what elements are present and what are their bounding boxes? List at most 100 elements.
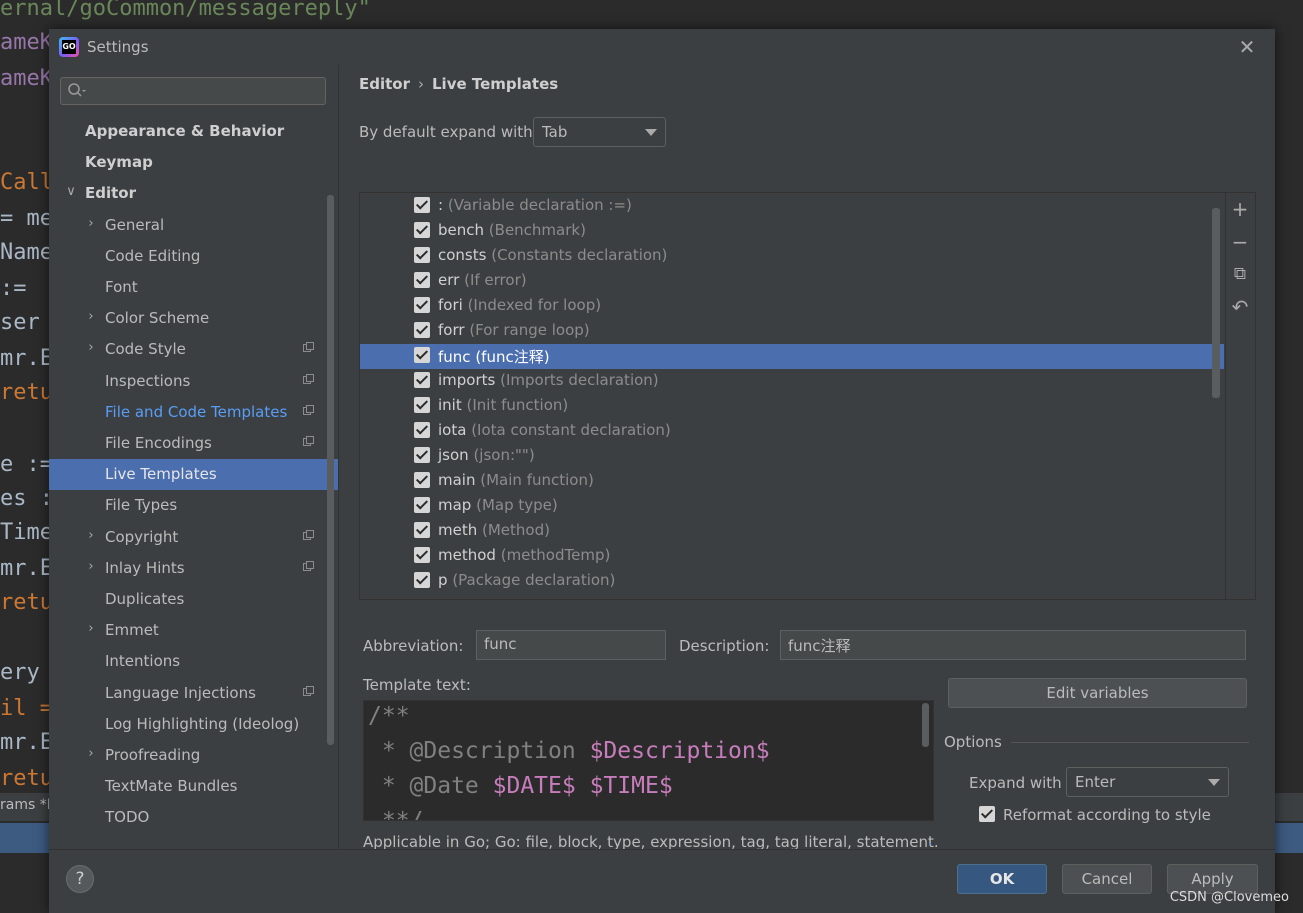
- sidebar-item-log-highlighting[interactable]: Log Highlighting (Ideolog): [49, 709, 338, 740]
- sidebar-item-todo[interactable]: TODO: [49, 802, 338, 833]
- sidebar-item-textmate-bundles[interactable]: TextMate Bundles: [49, 771, 338, 802]
- template-text-editor[interactable]: /** * @Description $Description$ * @Date…: [363, 700, 934, 821]
- sidebar-item-code-style[interactable]: › Code Style: [49, 334, 338, 365]
- template-enabled-checkbox[interactable]: [414, 572, 430, 588]
- sidebar-item-code-editing[interactable]: Code Editing: [49, 241, 338, 272]
- template-abbreviation: fori: [438, 296, 463, 314]
- chevron-down-icon[interactable]: ∨: [65, 184, 77, 199]
- sidebar-item-file-types[interactable]: File Types: [49, 490, 338, 521]
- settings-search-box[interactable]: [60, 77, 326, 105]
- template-text: : (Variable declaration :=): [438, 196, 632, 214]
- template-row[interactable]: meth (Method): [360, 519, 1224, 544]
- template-description: (For range loop): [469, 321, 590, 339]
- remove-icon[interactable]: −: [1228, 230, 1252, 254]
- background-code-line: Time: [0, 520, 53, 545]
- add-icon[interactable]: +: [1228, 197, 1252, 221]
- copy-icon[interactable]: ⧉: [1228, 262, 1252, 286]
- template-row[interactable]: : (Variable declaration :=): [360, 194, 1224, 219]
- template-enabled-checkbox[interactable]: [414, 322, 430, 338]
- template-row[interactable]: map (Map type): [360, 494, 1224, 519]
- edit-variables-button[interactable]: Edit variables: [948, 678, 1247, 708]
- chevron-right-icon[interactable]: ›: [85, 309, 97, 324]
- template-description: (Iota constant declaration): [471, 421, 671, 439]
- template-row[interactable]: main (Main function): [360, 469, 1224, 494]
- abbreviation-field[interactable]: func: [476, 630, 666, 660]
- sidebar-item-inspections[interactable]: Inspections: [49, 366, 338, 397]
- template-row[interactable]: json (json:""): [360, 444, 1224, 469]
- template-enabled-checkbox[interactable]: [414, 297, 430, 313]
- template-row[interactable]: fori (Indexed for loop): [360, 294, 1224, 319]
- background-code-line: retu: [0, 590, 53, 615]
- chevron-right-icon[interactable]: ›: [85, 528, 97, 543]
- sidebar-item-duplicates[interactable]: Duplicates: [49, 584, 338, 615]
- template-editor-scrollbar[interactable]: [922, 703, 929, 747]
- description-field[interactable]: func注释: [780, 630, 1246, 660]
- templates-scrollbar[interactable]: [1212, 208, 1220, 398]
- template-text: fori (Indexed for loop): [438, 296, 601, 314]
- ok-button[interactable]: OK: [957, 864, 1047, 894]
- sidebar-scrollbar[interactable]: [327, 195, 334, 745]
- options-label: Options: [944, 733, 1002, 751]
- template-enabled-checkbox[interactable]: [414, 247, 430, 263]
- chevron-right-icon[interactable]: ›: [85, 216, 97, 231]
- close-icon[interactable]: ✕: [1235, 35, 1259, 59]
- expand-with-dropdown[interactable]: Enter: [1066, 767, 1229, 797]
- template-enabled-checkbox[interactable]: [414, 422, 430, 438]
- sidebar-item-font[interactable]: Font: [49, 272, 338, 303]
- cancel-button[interactable]: Cancel: [1062, 864, 1152, 894]
- sidebar-item-general[interactable]: › General: [49, 210, 338, 241]
- sidebar-item-label: Proofreading: [105, 746, 201, 764]
- template-enabled-checkbox[interactable]: [414, 522, 430, 538]
- default-expand-dropdown[interactable]: Tab: [533, 117, 666, 147]
- chevron-right-icon[interactable]: ›: [85, 621, 97, 636]
- template-enabled-checkbox[interactable]: [414, 222, 430, 238]
- sidebar-item-language-injections[interactable]: Language Injections: [49, 678, 338, 709]
- template-row[interactable]: method (methodTemp): [360, 544, 1224, 569]
- template-code-line: **/: [368, 808, 424, 820]
- template-enabled-checkbox[interactable]: [414, 447, 430, 463]
- template-row[interactable]: init (Init function): [360, 394, 1224, 419]
- sidebar-item-proofreading[interactable]: › Proofreading: [49, 740, 338, 771]
- sidebar-item-intentions[interactable]: Intentions: [49, 646, 338, 677]
- template-enabled-checkbox[interactable]: [414, 497, 430, 513]
- reformat-label[interactable]: Reformat according to style: [1003, 806, 1211, 824]
- sidebar-item-live-templates[interactable]: Live Templates: [49, 459, 338, 491]
- template-text: meth (Method): [438, 521, 550, 539]
- settings-search-input[interactable]: [91, 81, 323, 103]
- chevron-right-icon[interactable]: ›: [85, 746, 97, 761]
- sidebar-item-copyright[interactable]: › Copyright: [49, 522, 338, 553]
- template-enabled-checkbox[interactable]: [414, 272, 430, 288]
- template-row[interactable]: p (Package declaration): [360, 569, 1224, 594]
- logo-text: GO: [62, 40, 76, 54]
- sidebar-item-color-scheme[interactable]: › Color Scheme: [49, 303, 338, 334]
- chevron-right-icon[interactable]: ›: [85, 340, 97, 355]
- template-enabled-checkbox[interactable]: [414, 197, 430, 213]
- template-enabled-checkbox[interactable]: [414, 397, 430, 413]
- sidebar-item-file-encodings[interactable]: File Encodings: [49, 428, 338, 459]
- template-row[interactable]: func (func注释): [360, 344, 1224, 369]
- applicable-contexts-link[interactable]: .: [928, 831, 933, 849]
- sidebar-item-editor[interactable]: ∨ Editor: [49, 178, 338, 209]
- template-row[interactable]: bench (Benchmark): [360, 219, 1224, 244]
- chevron-right-icon[interactable]: ›: [85, 559, 97, 574]
- template-row[interactable]: consts (Constants declaration): [360, 244, 1224, 269]
- sidebar-item-label: File Encodings: [105, 434, 212, 452]
- template-row[interactable]: err (If error): [360, 269, 1224, 294]
- template-row[interactable]: forr (For range loop): [360, 319, 1224, 344]
- help-button[interactable]: ?: [66, 865, 94, 893]
- sidebar-item-keymap[interactable]: Keymap: [49, 147, 338, 178]
- restore-icon[interactable]: ↶: [1228, 295, 1252, 319]
- sidebar-item-inlay-hints[interactable]: › Inlay Hints: [49, 553, 338, 584]
- project-scope-icon: [303, 529, 314, 541]
- sidebar-item-emmet[interactable]: › Emmet: [49, 615, 338, 646]
- sidebar-item-file-code-templates[interactable]: File and Code Templates: [49, 397, 338, 428]
- template-row[interactable]: imports (Imports declaration): [360, 369, 1224, 394]
- reformat-checkbox[interactable]: [979, 806, 995, 822]
- sidebar-item-appearance-behavior[interactable]: Appearance & Behavior: [49, 116, 338, 147]
- template-enabled-checkbox[interactable]: [414, 372, 430, 388]
- template-enabled-checkbox[interactable]: [414, 472, 430, 488]
- template-enabled-checkbox[interactable]: [414, 347, 430, 363]
- settings-dialog: GO Settings ✕ Appearance & Behavior Keyma…: [49, 29, 1275, 913]
- template-row[interactable]: iota (Iota constant declaration): [360, 419, 1224, 444]
- template-enabled-checkbox[interactable]: [414, 547, 430, 563]
